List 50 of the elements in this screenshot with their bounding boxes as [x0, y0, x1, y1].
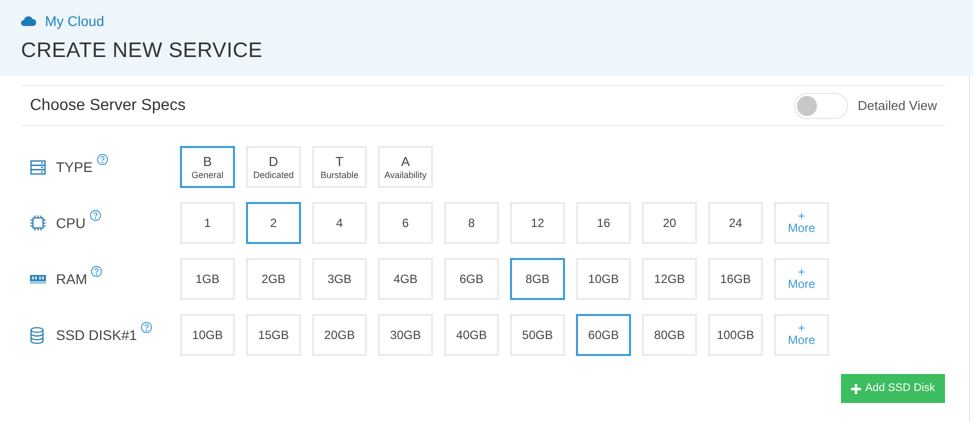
spec-option[interactable]: D Dedicated	[246, 146, 301, 188]
spec-label: SSD DISK#1	[56, 326, 137, 344]
spec-option[interactable]: 40GB	[444, 314, 499, 356]
spec-option[interactable]: 30GB	[378, 314, 433, 356]
spec-option[interactable]: 8GB	[510, 258, 565, 300]
memory-icon	[30, 274, 46, 284]
spec-option[interactable]: 4	[312, 202, 367, 244]
spec-option[interactable]: 100GB	[708, 314, 763, 356]
help-icon[interactable]	[90, 210, 101, 220]
spec-label: TYPE	[56, 158, 93, 176]
spec-option[interactable]: 2GB	[246, 258, 301, 300]
spec-option[interactable]: 1	[180, 202, 235, 244]
spec-option[interactable]: 3GB	[312, 258, 367, 300]
cloud-icon	[21, 16, 36, 26]
spec-option[interactable]: 4GB	[378, 258, 433, 300]
spec-option[interactable]: 10GB	[576, 258, 631, 300]
toggle-switch[interactable]	[794, 92, 848, 118]
page-title: CREATE NEW SERVICE	[21, 38, 264, 64]
breadcrumb-link[interactable]: My Cloud	[45, 10, 104, 32]
database-icon	[30, 326, 44, 344]
spec-option[interactable]: B General	[180, 146, 235, 188]
spec-option[interactable]: 80GB	[642, 314, 697, 356]
spec-option[interactable]: 20	[642, 202, 697, 244]
spec-option[interactable]: 16	[576, 202, 631, 244]
chip-icon	[30, 215, 46, 231]
toggle-label: Detailed View	[858, 96, 937, 115]
spec-option[interactable]: T Burstable	[312, 146, 367, 188]
spec-option[interactable]: 1GB	[180, 258, 235, 300]
spec-option[interactable]: 50GB	[510, 314, 565, 356]
spec-option[interactable]: 6	[378, 202, 433, 244]
spec-option[interactable]: 12GB	[642, 258, 697, 300]
section-title: Choose Server Specs	[30, 96, 186, 116]
spec-option[interactable]: A Availability	[378, 146, 433, 188]
spec-option[interactable]: 10GB	[180, 314, 235, 356]
help-icon[interactable]	[140, 322, 152, 332]
server-icon	[30, 160, 46, 174]
spec-label: RAM	[56, 270, 88, 288]
spec-option[interactable]: 60GB	[576, 314, 631, 356]
spec-option[interactable]: 6GB	[444, 258, 499, 300]
spec-option[interactable]: 12	[510, 202, 565, 244]
spec-option[interactable]: 20GB	[312, 314, 367, 356]
spec-option[interactable]: 24	[708, 202, 763, 244]
plus-icon	[851, 384, 862, 394]
help-icon[interactable]	[96, 154, 108, 164]
spec-option[interactable]: 16GB	[708, 258, 763, 300]
spec-label: CPU	[56, 214, 86, 232]
spec-option[interactable]: 15GB	[246, 314, 301, 356]
help-icon[interactable]	[91, 266, 102, 276]
spec-option[interactable]: 2	[246, 202, 301, 244]
spec-option[interactable]: 8	[444, 202, 499, 244]
